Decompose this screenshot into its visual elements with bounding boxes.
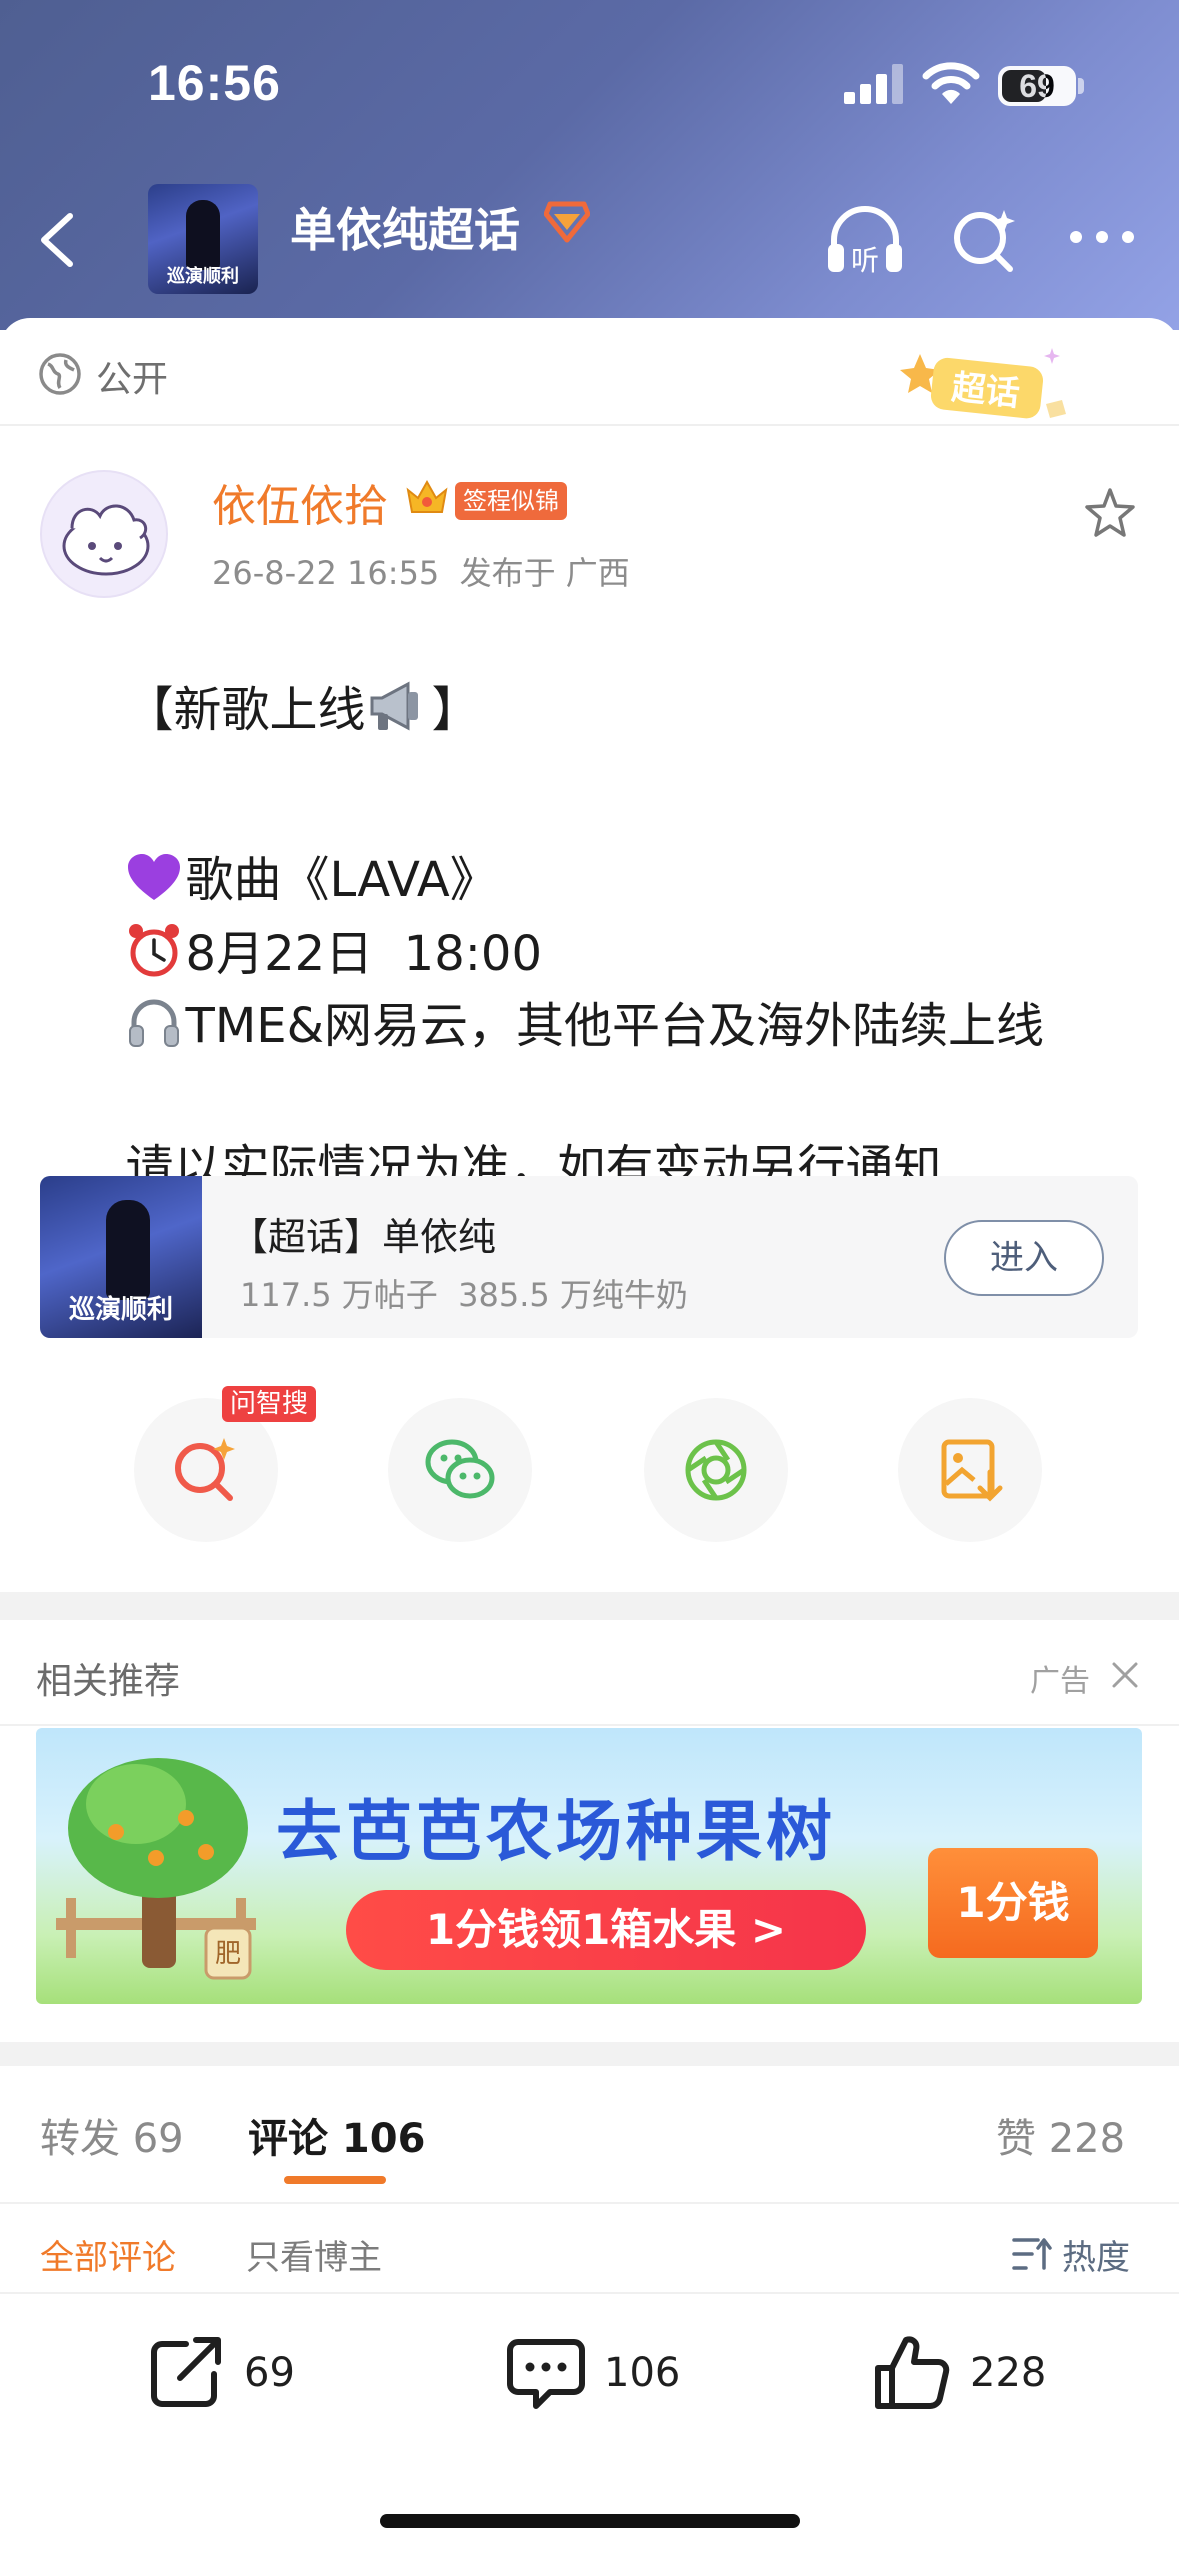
ad-label: 广告	[1030, 1664, 1090, 1699]
tab-comment[interactable]: 评论 106	[248, 2106, 425, 2164]
listen-icon[interactable]: 听	[822, 200, 908, 280]
visibility-label: 公开	[96, 359, 169, 400]
tab-like[interactable]: 赞 228	[996, 2106, 1125, 2164]
supertopic-thumbnail: 巡演顺利	[40, 1176, 202, 1338]
close-icon[interactable]	[1110, 1660, 1140, 1690]
status-bar: 16:56 69	[0, 0, 1179, 170]
post-line-1: 【新歌上线	[125, 682, 366, 738]
diamond-badge-icon	[544, 201, 590, 243]
recommend-header: 相关推荐 广告	[0, 1620, 1179, 1726]
supertopic-thumbnail-caption: 巡演顺利	[68, 1295, 173, 1325]
ad-cta-button[interactable]: 1分钱领1箱水果 >	[346, 1890, 866, 1970]
battery-icon: 69	[998, 66, 1076, 106]
section-divider	[0, 1592, 1179, 1620]
ai-search-icon	[175, 1438, 235, 1501]
search-icon[interactable]	[950, 206, 1020, 276]
author-row: 依伍依拾 签程似锦 26-8-22 16:55 发布于 广西	[0, 426, 1179, 616]
ad-headline: 去芭芭农场种果树	[276, 1793, 836, 1870]
comment-filter-row: 全部评论 只看博主 热度	[0, 2204, 1179, 2294]
page-title[interactable]: 单依纯超话	[290, 194, 520, 260]
comment-icon	[507, 2339, 585, 2409]
cartoon-avatar-icon	[62, 504, 150, 576]
wechat-icon	[425, 1439, 495, 1499]
ad-price-tag: 1分钱	[928, 1848, 1098, 1958]
svg-text:听: 听	[851, 244, 879, 277]
battery-cap	[1078, 78, 1084, 94]
more-icon[interactable]	[1066, 222, 1138, 252]
sort-label[interactable]: 热度	[1062, 2230, 1130, 2279]
comment-button[interactable]: 106	[506, 2332, 706, 2422]
repost-button[interactable]: 69	[146, 2332, 306, 2422]
wechat-share-button[interactable]	[388, 1398, 532, 1542]
megaphone-icon	[370, 681, 418, 731]
save-image-icon	[941, 1439, 1003, 1502]
status-time: 16:56	[148, 55, 281, 111]
supertopic-stats: 117.5 万帖子 385.5 万纯牛奶	[240, 1276, 688, 1314]
back-icon[interactable]	[30, 210, 90, 270]
tab-repost[interactable]: 转发 69	[40, 2106, 184, 2164]
post-meta: 26-8-22 16:55 发布于 广西	[212, 554, 630, 592]
author-name[interactable]: 依伍依拾	[212, 470, 388, 534]
nav-bar: 巡演顺利 单依纯超话 听	[0, 170, 1179, 310]
section-divider	[0, 2042, 1179, 2066]
moments-share-button[interactable]	[644, 1398, 788, 1542]
post-line-4: TME&网易云，其他平台及海外陆续上线	[185, 998, 1045, 1054]
post-line-1-end: 】	[431, 682, 480, 738]
save-image-button[interactable]	[898, 1398, 1042, 1542]
thumbs-up-icon	[875, 2336, 950, 2409]
share-row: 问智搜	[0, 1386, 1179, 1548]
filter-all-comments[interactable]: 全部评论	[40, 2230, 176, 2279]
supertopic-badge[interactable]: 超话	[896, 344, 1076, 426]
battery-level: 69	[1019, 68, 1055, 104]
repost-icon	[151, 2337, 221, 2407]
supertopic-card[interactable]: 巡演顺利 【超话】单依纯 117.5 万帖子 385.5 万纯牛奶 进入	[40, 1176, 1138, 1338]
wifi-icon	[922, 62, 980, 104]
supertopic-title: 【超话】单依纯	[230, 1215, 497, 1259]
topic-avatar[interactable]: 巡演顺利	[148, 184, 258, 294]
tabs-row: 转发 69 评论 106 赞 228	[0, 2066, 1179, 2204]
globe-icon	[39, 353, 81, 395]
topic-avatar-caption: 巡演顺利	[167, 266, 239, 287]
headphones-icon	[128, 999, 179, 1047]
like-count: 228	[970, 2350, 1047, 2396]
moments-icon	[685, 1439, 747, 1501]
like-button[interactable]: 228	[872, 2332, 1072, 2422]
visibility-row: 公开 超话	[0, 318, 1179, 426]
avatar[interactable]	[40, 470, 168, 598]
member-badge[interactable]: 签程似锦	[455, 482, 567, 520]
ad-banner[interactable]: 肥 去芭芭农场种果树 1分钱领1箱水果 > 1分钱	[36, 1728, 1142, 2004]
recommend-title: 相关推荐	[36, 1661, 181, 1702]
supertopic-badge-label: 超话	[950, 368, 1022, 415]
fruit-tree-icon: 肥	[56, 1758, 256, 1980]
post-line: 【新歌上线 】	[34, 618, 480, 800]
crown-icon	[406, 479, 448, 513]
enter-button[interactable]: 进入	[944, 1220, 1104, 1296]
home-indicator[interactable]	[380, 2514, 800, 2528]
active-tab-indicator	[284, 2176, 386, 2184]
star-icon[interactable]	[1080, 484, 1140, 544]
fertilizer-label: 肥	[215, 1939, 241, 1969]
cellular-signal-icon	[844, 64, 903, 104]
repost-count: 69	[244, 2350, 295, 2396]
filter-blogger-only[interactable]: 只看博主	[246, 2230, 382, 2279]
ai-search-tag: 问智搜	[222, 1386, 317, 1422]
sort-icon[interactable]	[1012, 2236, 1052, 2272]
comment-count: 106	[604, 2350, 681, 2396]
